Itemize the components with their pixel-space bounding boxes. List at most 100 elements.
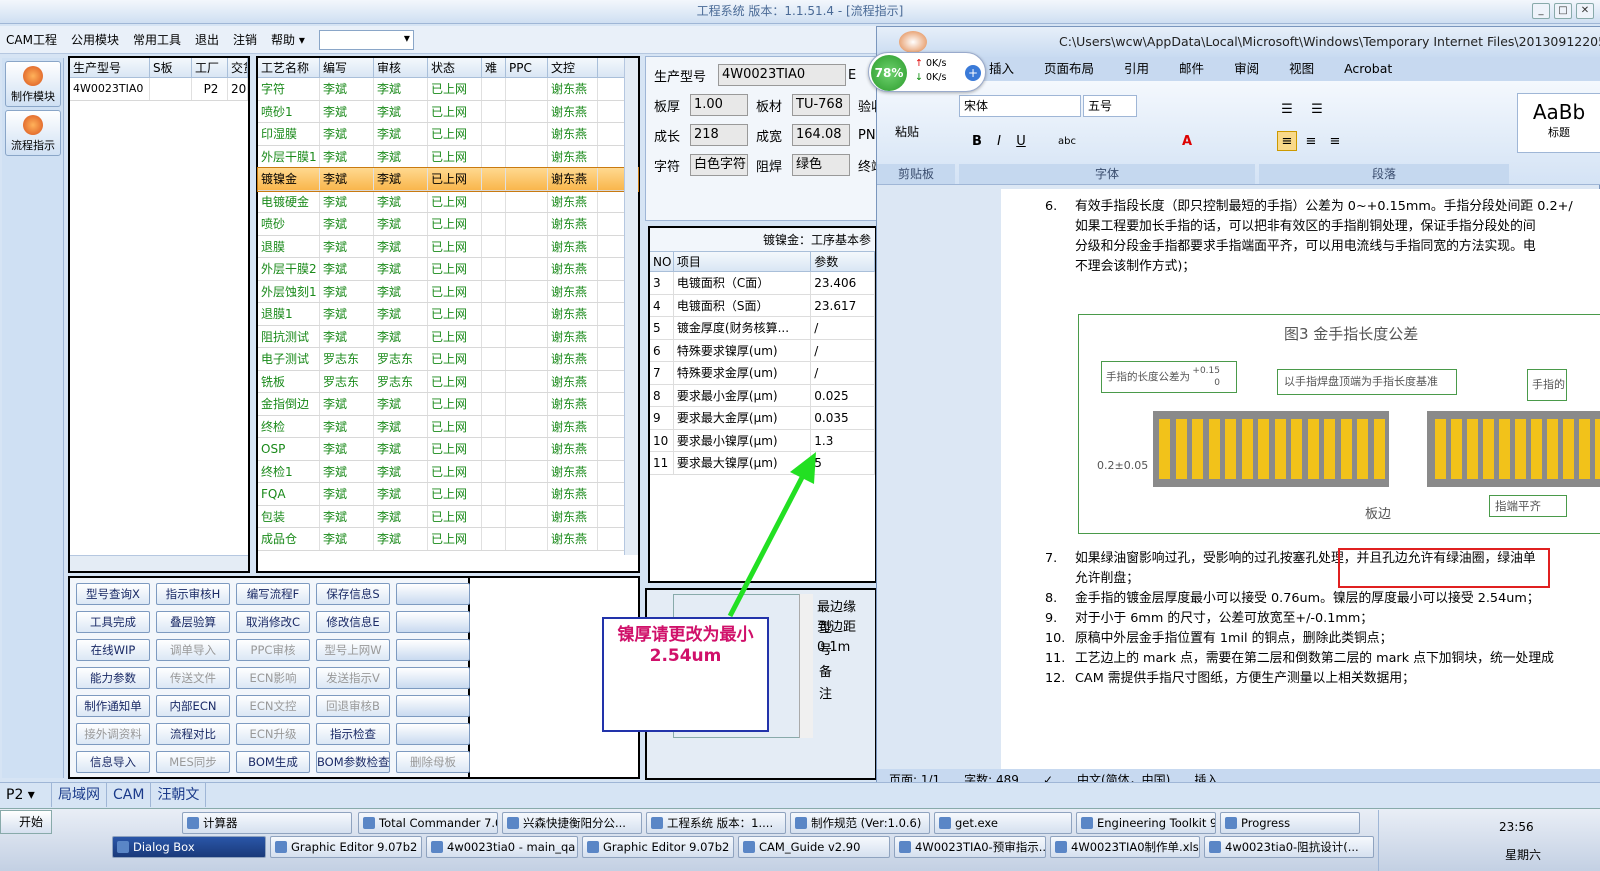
action-button[interactable]: 在线WIP [76, 639, 150, 661]
numbering-icon[interactable]: ☰ [1307, 99, 1327, 119]
col-param[interactable]: 参数 [811, 252, 875, 271]
col-item[interactable]: 项目 [674, 252, 812, 271]
action-button[interactable] [396, 639, 470, 661]
param-row[interactable]: 6 特殊要求镍厚(um) / [650, 339, 875, 362]
align-right-icon[interactable]: ≡ [1325, 131, 1345, 151]
strikethrough-icon[interactable]: abc [1057, 131, 1077, 151]
close-button[interactable]: ✕ [1576, 3, 1594, 19]
restore-button[interactable]: □ [1554, 3, 1572, 19]
menu-exit[interactable]: 退出 [195, 31, 219, 48]
param-row[interactable]: 7 特殊要求金厚(um) / [650, 362, 875, 385]
process-row[interactable]: OSP 李斌 李斌 已上网 谢东燕 [258, 438, 638, 461]
col-ppc[interactable]: PPC [506, 58, 548, 77]
menu-tools[interactable]: 常用工具 [133, 31, 181, 48]
action-button[interactable]: 接外调资料 [76, 723, 150, 745]
process-row[interactable]: 喷砂1 李斌 李斌 已上网 谢东燕 [258, 100, 638, 123]
style-gallery[interactable]: AaBb 标题 [1517, 93, 1600, 153]
col-reviewer[interactable]: 审核 [374, 58, 428, 77]
factory-selector[interactable]: P2 ▾ [0, 782, 52, 807]
action-button[interactable]: 保存信息S [316, 583, 390, 605]
action-button[interactable]: BOM参数检查 [316, 751, 390, 773]
action-button[interactable]: ECN影响 [236, 667, 310, 689]
action-button[interactable]: 型号查询X [76, 583, 150, 605]
col-factory[interactable]: 工厂 [192, 58, 228, 77]
param-row[interactable]: 5 镀金厚度(财务核算... / [650, 317, 875, 340]
process-row[interactable]: 退膜 李斌 李斌 已上网 谢东燕 [258, 235, 638, 258]
tab-mailings[interactable]: 邮件 [1179, 57, 1204, 81]
italic-icon[interactable]: I [989, 131, 1009, 151]
action-button[interactable]: 流程对比 [156, 723, 230, 745]
tab-user[interactable]: 汪朝文 [151, 782, 207, 807]
action-button[interactable]: PPC审核 [236, 639, 310, 661]
paste-button[interactable]: 粘贴 [895, 123, 919, 140]
action-button[interactable]: ECN文控 [236, 695, 310, 717]
tab-acrobat[interactable]: Acrobat [1344, 57, 1392, 81]
taskbar-item[interactable]: Total Commander 7.0... [358, 812, 498, 834]
font-color-icon[interactable]: A [1177, 131, 1197, 151]
process-row[interactable]: 铣板 罗志东 罗志东 已上网 谢东燕 [258, 370, 638, 393]
process-row[interactable]: 成品仓 李斌 李斌 已上网 谢东燕 [258, 528, 638, 551]
action-button[interactable]: 内部ECN [156, 695, 230, 717]
taskbar-item[interactable]: 4w0023tia0 - main_qa [426, 836, 578, 858]
process-row[interactable]: 电镀硬金 李斌 李斌 已上网 谢东燕 [258, 190, 638, 213]
action-button[interactable]: 工具完成 [76, 611, 150, 633]
process-row[interactable]: 外层蚀刻1 李斌 李斌 已上网 谢东燕 [258, 280, 638, 303]
col-process[interactable]: 工艺名称 [258, 58, 320, 77]
minimize-button[interactable]: _ [1532, 3, 1550, 19]
taskbar-item[interactable]: Progress [1220, 812, 1360, 834]
action-button[interactable]: 删除母板 [396, 751, 470, 773]
len-field[interactable]: 218 [690, 124, 748, 146]
process-row[interactable]: 电子测试 罗志东 罗志东 已上网 谢东燕 [258, 348, 638, 371]
action-button[interactable]: 修改信息E [316, 611, 390, 633]
char-field[interactable]: 白色字符 [690, 154, 748, 176]
action-button[interactable]: 发送指示V [316, 667, 390, 689]
underline-icon[interactable]: U [1011, 131, 1031, 151]
horizontal-scrollbar[interactable] [70, 555, 248, 571]
process-row[interactable]: 印湿膜 李斌 李斌 已上网 谢东燕 [258, 123, 638, 146]
taskbar-item[interactable]: get.exe [934, 812, 1072, 834]
process-row[interactable]: 喷砂 李斌 李斌 已上网 谢东燕 [258, 213, 638, 236]
menu-logout[interactable]: 注销 [233, 31, 257, 48]
tab-layout[interactable]: 页面布局 [1044, 57, 1094, 81]
menu-common-modules[interactable]: 公用模块 [71, 31, 119, 48]
col-difficulty[interactable]: 难 [482, 58, 506, 77]
bullets-icon[interactable]: ☰ [1277, 99, 1297, 119]
taskbar-item[interactable]: 4W0023TIA0-预审指示... [894, 836, 1046, 858]
process-row[interactable]: 阻抗测试 李斌 李斌 已上网 谢东燕 [258, 325, 638, 348]
taskbar-item[interactable]: Graphic Editor 9.07b2 (0... [270, 836, 422, 858]
model-field[interactable]: 4W0023TIA0 [718, 64, 846, 86]
action-button[interactable] [396, 723, 470, 745]
action-button[interactable] [396, 583, 470, 605]
net-speed-widget[interactable]: 78% ↑ 0K/s ↓ 0K/s + [868, 52, 986, 92]
font-name-box[interactable]: 宋体 [959, 95, 1081, 117]
taskbar-item[interactable]: Graphic Editor 9.07b2 (0... [582, 836, 734, 858]
action-button[interactable]: BOM生成 [236, 751, 310, 773]
clock-time[interactable]: 23:56 [1499, 820, 1534, 834]
process-row[interactable]: 金指倒边 李斌 李斌 已上网 谢东燕 [258, 393, 638, 416]
col-status[interactable]: 状态 [428, 58, 482, 77]
tab-insert[interactable]: 插入 [989, 57, 1014, 81]
action-button[interactable]: 取消修改C [236, 611, 310, 633]
param-row[interactable]: 8 要求最小金厚(μm) 0.025 [650, 384, 875, 407]
tab-lan[interactable]: 局域网 [52, 782, 107, 807]
bold-icon[interactable]: B [967, 131, 987, 151]
taskbar-item[interactable]: Engineering Toolkit 9.... [1076, 812, 1216, 834]
process-row[interactable]: 外层干膜1 李斌 李斌 已上网 谢东燕 [258, 145, 638, 168]
taskbar-item[interactable]: 4w0023tia0-阻抗设计(... [1204, 836, 1374, 858]
tab-review[interactable]: 审阅 [1234, 57, 1259, 81]
col-s[interactable]: S板 [150, 58, 192, 77]
process-row[interactable]: 外层干膜2 李斌 李斌 已上网 谢东燕 [258, 258, 638, 281]
document-page[interactable]: 6. 有效手指段长度（即只控制最短的手指）公差为 0~+0.15mm。手指分段处间… [1001, 189, 1600, 769]
process-row[interactable]: FQA 李斌 李斌 已上网 谢东燕 [258, 483, 638, 506]
param-row[interactable]: 4 电镀面积（S面） 23.617 [650, 294, 875, 317]
action-button[interactable]: 型号上网W [316, 639, 390, 661]
action-button[interactable]: 指示检查 [316, 723, 390, 745]
param-row[interactable]: 9 要求最大金厚(μm) 0.035 [650, 407, 875, 430]
process-row[interactable]: 字符 李斌 李斌 已上网 谢东燕 [258, 78, 638, 101]
action-button[interactable]: 编写流程F [236, 583, 310, 605]
taskbar-item[interactable]: Dialog Box [112, 836, 266, 858]
taskbar-item[interactable]: 制作规范 (Ver:1.0.6) [790, 812, 930, 834]
action-button[interactable] [396, 695, 470, 717]
mat-field[interactable]: TU-768 [792, 94, 850, 116]
process-row[interactable]: 终检1 李斌 李斌 已上网 谢东燕 [258, 460, 638, 483]
